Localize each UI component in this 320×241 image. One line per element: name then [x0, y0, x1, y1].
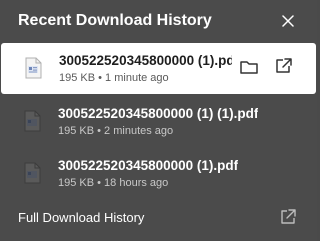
full-download-history-label: Full Download History [18, 210, 145, 225]
panel-header: Recent Download History [0, 0, 317, 44]
close-icon [282, 15, 294, 27]
download-item[interactable]: 300522520345800000 (1).pdf 195 KB • 1 mi… [1, 43, 316, 94]
folder-icon [240, 61, 258, 74]
download-file-meta: 195 KB • 2 minutes ago [58, 125, 174, 137]
download-file-meta: 195 KB • 1 minute ago [59, 72, 169, 84]
open-external-icon [276, 58, 292, 73]
download-history-panel: Recent Download History 3005225203458000… [0, 0, 317, 241]
download-item[interactable]: 300522520345800000 (1).pdf 195 KB • 18 h… [0, 148, 317, 199]
pdf-file-icon [25, 57, 42, 79]
open-file-button[interactable] [273, 56, 295, 76]
close-button[interactable] [278, 11, 298, 31]
pdf-file-icon [24, 162, 41, 184]
full-download-history-link[interactable]: Full Download History [0, 200, 317, 234]
show-in-folder-button[interactable] [238, 57, 260, 77]
panel-title: Recent Download History [18, 12, 212, 29]
download-file-name: 300522520345800000 (1).pdf [59, 53, 232, 68]
pdf-file-icon [24, 110, 41, 132]
open-external-icon [281, 209, 296, 224]
download-file-meta: 195 KB • 18 hours ago [58, 177, 169, 189]
download-file-name: 300522520345800000 (1) (1).pdf [58, 106, 259, 121]
download-item[interactable]: 300522520345800000 (1) (1).pdf 195 KB • … [0, 96, 317, 147]
download-file-name: 300522520345800000 (1).pdf [58, 158, 239, 173]
